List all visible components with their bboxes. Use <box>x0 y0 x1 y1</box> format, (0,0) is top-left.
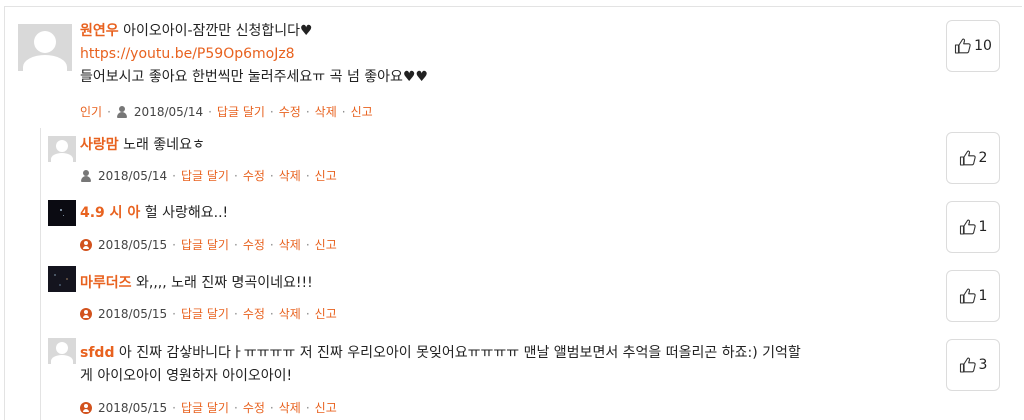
thumbs-up-icon <box>959 219 976 235</box>
like-count: 1 <box>978 288 988 304</box>
thumbs-up-icon <box>959 357 976 373</box>
like-button[interactable]: 10 <box>946 20 1000 72</box>
reply-link[interactable]: 답글 달기 <box>181 236 229 253</box>
comment-meta: 2018/05/15 · 답글 달기 · 수정 · 삭제 · 신고 <box>80 399 337 416</box>
reply-link[interactable]: 답글 달기 <box>181 305 229 322</box>
comment-body: 4.9 시 아 헐 사랑해요..! <box>80 202 920 225</box>
comment-text-line2: 게 아이오아이 영원하자 아이오아이! <box>80 368 293 384</box>
delete-link[interactable]: 삭제 <box>279 167 301 184</box>
comment-author[interactable]: 사랑맘 <box>80 137 119 153</box>
comment-date: 2018/05/15 <box>98 306 168 321</box>
comment-author[interactable]: 마루더즈 <box>80 275 132 291</box>
comment-text: 노래 좋네요ㅎ <box>123 137 205 153</box>
comment-author[interactable]: sfdd <box>80 345 114 361</box>
comment-link[interactable]: https://youtu.be/P59Op6moJz8 <box>80 43 920 66</box>
avatar[interactable] <box>48 338 76 364</box>
report-link[interactable]: 신고 <box>315 305 337 322</box>
reply-link[interactable]: 답글 달기 <box>181 167 229 184</box>
member-badge-icon <box>80 401 92 414</box>
like-button[interactable]: 1 <box>946 201 1000 253</box>
like-count: 10 <box>974 38 992 54</box>
comment-date: 2018/05/14 <box>133 104 204 119</box>
comment-body: 마루더즈 와,,,, 노래 진짜 명곡이네요!!! <box>80 272 920 295</box>
comment-body: 사랑맘 노래 좋네요ㅎ <box>80 134 920 157</box>
avatar[interactable] <box>48 266 76 292</box>
delete-link[interactable]: 삭제 <box>279 399 301 416</box>
reply-thread-line <box>40 128 41 420</box>
edit-link[interactable]: 수정 <box>279 103 301 120</box>
comment-author[interactable]: 원연우 <box>80 23 119 39</box>
avatar[interactable] <box>48 200 76 226</box>
comment-date: 2018/05/14 <box>98 168 168 183</box>
delete-link[interactable]: 삭제 <box>279 305 301 322</box>
report-link[interactable]: 신고 <box>315 399 337 416</box>
report-link[interactable]: 신고 <box>315 236 337 253</box>
comment-body: 원연우 아이오아이-잠깐만 신청합니다♥ https://youtu.be/P5… <box>80 20 920 89</box>
edit-link[interactable]: 수정 <box>243 305 265 322</box>
reply-link[interactable]: 답글 달기 <box>217 103 265 120</box>
like-button[interactable]: 1 <box>946 270 1000 322</box>
like-count: 2 <box>978 150 988 166</box>
comment-meta: 2018/05/14 · 답글 달기 · 수정 · 삭제 · 신고 <box>80 167 337 184</box>
comment-meta: 2018/05/15 · 답글 달기 · 수정 · 삭제 · 신고 <box>80 305 337 322</box>
report-link[interactable]: 신고 <box>351 103 373 120</box>
popular-badge: 인기 <box>80 105 103 119</box>
delete-link[interactable]: 삭제 <box>315 103 337 120</box>
like-button[interactable]: 2 <box>946 132 1000 184</box>
comment-meta: 2018/05/15 · 답글 달기 · 수정 · 삭제 · 신고 <box>80 236 337 253</box>
reply-link[interactable]: 답글 달기 <box>181 399 229 416</box>
user-icon <box>116 105 128 118</box>
comment-text: 헐 사랑해요..! <box>144 205 229 221</box>
comment-text-line2: 들어보시고 좋아요 한번씩만 눌러주세요ㅠ 곡 넘 좋아요♥♥ <box>80 69 429 85</box>
comment-author[interactable]: 4.9 시 아 <box>80 205 140 221</box>
comment-text: 아 진짜 감샇바니다ㅏㅠㅠㅠㅠ 저 진짜 우리오아이 못잊어요ㅠㅠㅠㅠ 맨날 앨… <box>118 345 801 361</box>
thumbs-up-icon <box>955 38 971 54</box>
comment-meta: 인기 · 2018/05/14 · 답글 달기 · 수정 · 삭제 · 신고 <box>80 103 373 120</box>
avatar[interactable] <box>18 24 72 71</box>
edit-link[interactable]: 수정 <box>243 399 265 416</box>
comment-date: 2018/05/15 <box>98 400 168 415</box>
comment-body: sfdd 아 진짜 감샇바니다ㅏㅠㅠㅠㅠ 저 진짜 우리오아이 못잊어요ㅠㅠㅠㅠ… <box>80 342 942 388</box>
comment-text: 아이오아이-잠깐만 신청합니다♥ <box>123 23 313 39</box>
like-button[interactable]: 3 <box>946 339 1000 391</box>
avatar[interactable] <box>48 136 76 162</box>
like-count: 3 <box>978 357 988 373</box>
edit-link[interactable]: 수정 <box>243 167 265 184</box>
delete-link[interactable]: 삭제 <box>279 236 301 253</box>
member-badge-icon <box>80 307 92 320</box>
comment-date: 2018/05/15 <box>98 237 168 252</box>
thumbs-up-icon <box>959 288 976 304</box>
user-icon <box>80 169 92 182</box>
member-badge-icon <box>80 238 92 251</box>
edit-link[interactable]: 수정 <box>243 236 265 253</box>
report-link[interactable]: 신고 <box>315 167 337 184</box>
comment-text: 와,,,, 노래 진짜 명곡이네요!!! <box>135 275 313 291</box>
like-count: 1 <box>978 219 988 235</box>
thumbs-up-icon <box>959 150 976 166</box>
